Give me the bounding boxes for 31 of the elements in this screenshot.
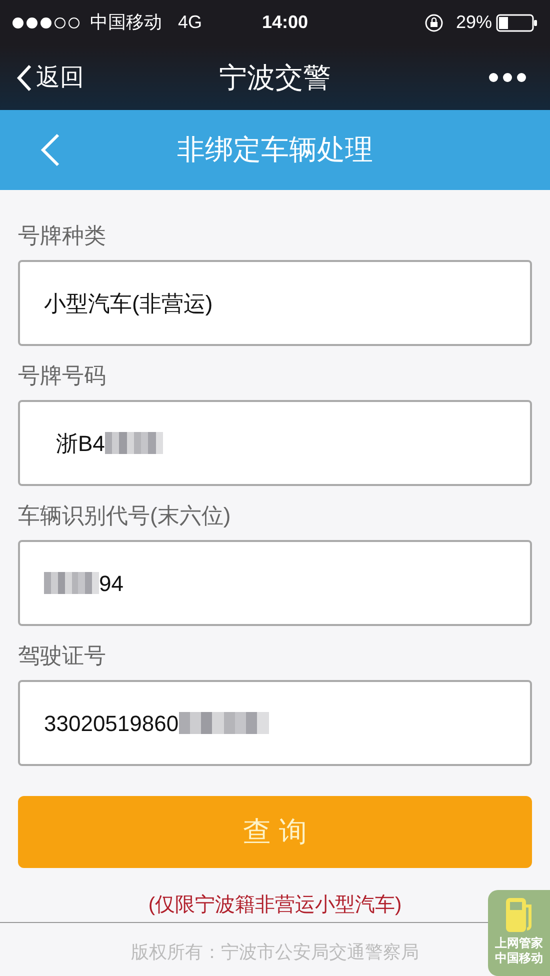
battery-percent: 29% <box>456 11 492 34</box>
field-value: 浙B4 <box>56 430 105 458</box>
field-label: 车辆识别代号(末六位) <box>18 502 232 530</box>
chevron-left-icon <box>40 133 60 167</box>
redaction-blur <box>104 432 163 454</box>
signal-icon <box>12 16 82 28</box>
battery-icon <box>496 14 538 32</box>
chevron-left-icon <box>16 64 32 92</box>
widget-label: 上网管家 <box>495 936 543 951</box>
note-text: (仅限宁波籍非营运小型汽车) <box>147 893 403 918</box>
field-label: 驾驶证号 <box>18 642 107 670</box>
back-arrow-button[interactable] <box>40 133 60 167</box>
field-label: 号牌种类 <box>18 222 107 250</box>
back-button[interactable]: 返回 <box>16 60 84 96</box>
input-field[interactable]: 浙B4 <box>18 400 532 486</box>
carrier-label: 中国移动 <box>90 11 162 34</box>
field-label: 号牌号码 <box>18 362 107 390</box>
field-value: 94 <box>99 570 124 598</box>
field-value: 小型汽车(非营运) <box>44 290 213 318</box>
redaction-blur <box>44 572 99 594</box>
page-title: 非绑定车辆处理 <box>177 133 373 167</box>
field-value: 33020519860 <box>44 710 179 738</box>
input-field[interactable]: 94 <box>18 540 532 626</box>
network-label: 4G <box>178 11 202 34</box>
input-field[interactable]: 小型汽车(非营运) <box>18 260 532 346</box>
rotation-lock-icon <box>424 12 444 32</box>
time-label: 14:00 <box>262 11 308 34</box>
copyright-text: 版权所有：宁波市公安局交通警察局 <box>131 942 419 962</box>
input-field[interactable]: 33020519860 <box>18 680 532 766</box>
app-title: 宁波交警 <box>219 60 331 94</box>
widget-label: 中国移动 <box>495 951 543 966</box>
